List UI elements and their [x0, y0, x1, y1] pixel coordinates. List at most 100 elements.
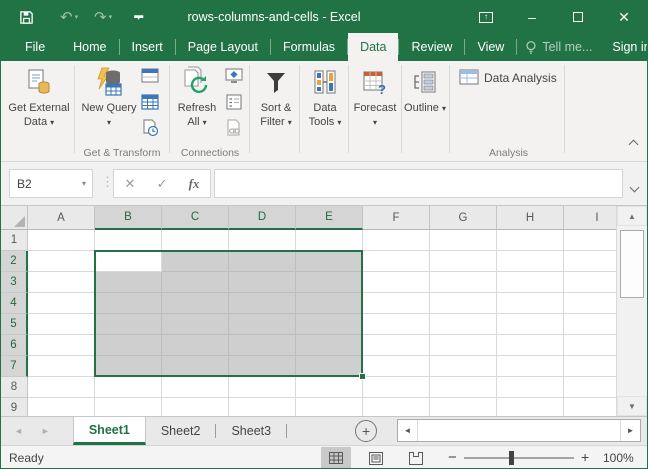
cell-a4[interactable]: [28, 293, 95, 314]
cell-f7[interactable]: [363, 356, 430, 377]
cell-a3[interactable]: [28, 272, 95, 293]
cell-a6[interactable]: [28, 335, 95, 356]
cell-a7[interactable]: [28, 356, 95, 377]
cell-b1[interactable]: [95, 230, 162, 251]
vertical-scrollbar[interactable]: ▲ ▼: [616, 206, 647, 416]
cell-h1[interactable]: [497, 230, 564, 251]
data-analysis-button[interactable]: Data Analysis: [459, 69, 557, 86]
cell-h3[interactable]: [497, 272, 564, 293]
cell-h2[interactable]: [497, 251, 564, 272]
column-header-f[interactable]: F: [363, 206, 430, 230]
cell-f9[interactable]: [363, 398, 430, 416]
column-header-h[interactable]: H: [497, 206, 564, 230]
row-header-2[interactable]: 2: [1, 251, 28, 272]
name-box[interactable]: B2 ▾: [9, 169, 93, 198]
row-header-7[interactable]: 7: [1, 356, 28, 377]
cell-f8[interactable]: [363, 377, 430, 398]
name-box-dropdown-icon[interactable]: ▾: [82, 179, 86, 188]
cell-a1[interactable]: [28, 230, 95, 251]
scroll-right-button[interactable]: ►: [620, 420, 640, 441]
cell-f2[interactable]: [363, 251, 430, 272]
cell-f6[interactable]: [363, 335, 430, 356]
cell-g6[interactable]: [430, 335, 497, 356]
tab-view[interactable]: View: [465, 33, 516, 61]
show-queries-button[interactable]: [139, 65, 161, 87]
insert-function-button[interactable]: fx: [189, 176, 200, 192]
zoom-out-button[interactable]: −: [448, 446, 457, 468]
cell-e9[interactable]: [296, 398, 363, 416]
cell-c9[interactable]: [162, 398, 229, 416]
zoom-in-button[interactable]: +: [581, 446, 589, 468]
row-header-3[interactable]: 3: [1, 272, 28, 293]
cell-g8[interactable]: [430, 377, 497, 398]
scroll-left-button[interactable]: ◄: [398, 420, 418, 441]
column-header-i[interactable]: I: [564, 206, 616, 230]
cell-g3[interactable]: [430, 272, 497, 293]
cell-h6[interactable]: [497, 335, 564, 356]
cell-i5[interactable]: [564, 314, 616, 335]
cell-g1[interactable]: [430, 230, 497, 251]
next-sheet-button[interactable]: ►: [32, 417, 59, 445]
row-header-9[interactable]: 9: [1, 398, 28, 416]
cell-g7[interactable]: [430, 356, 497, 377]
collapse-ribbon-button[interactable]: [628, 135, 639, 153]
vertical-scroll-thumb[interactable]: [620, 230, 644, 298]
ribbon-display-options-button[interactable]: ↑: [463, 1, 509, 33]
redo-button[interactable]: ↷ ▾: [88, 1, 118, 33]
cell-a8[interactable]: [28, 377, 95, 398]
cell-c8[interactable]: [162, 377, 229, 398]
cell-f5[interactable]: [363, 314, 430, 335]
cell-h4[interactable]: [497, 293, 564, 314]
cell-d1[interactable]: [229, 230, 296, 251]
cell-i7[interactable]: [564, 356, 616, 377]
column-header-g[interactable]: G: [430, 206, 497, 230]
cell-i3[interactable]: [564, 272, 616, 293]
row-header-5[interactable]: 5: [1, 314, 28, 335]
scroll-down-button[interactable]: ▼: [617, 396, 647, 416]
cell-i4[interactable]: [564, 293, 616, 314]
sign-in-button[interactable]: Sign in: [600, 33, 647, 61]
cell-d8[interactable]: [229, 377, 296, 398]
cell-i9[interactable]: [564, 398, 616, 416]
sort-filter-button[interactable]: Sort & Filter ▾: [254, 65, 298, 130]
cell-e1[interactable]: [296, 230, 363, 251]
select-all-button[interactable]: [1, 206, 28, 230]
connections-button[interactable]: [223, 65, 245, 87]
enter-button[interactable]: ✓: [157, 176, 168, 192]
cell-e8[interactable]: [296, 377, 363, 398]
sheet-tab-sheet3[interactable]: Sheet3: [216, 417, 286, 445]
cell-g2[interactable]: [430, 251, 497, 272]
cell-d9[interactable]: [229, 398, 296, 416]
tab-review[interactable]: Review: [399, 33, 464, 61]
scroll-up-button[interactable]: ▲: [617, 206, 647, 226]
edit-links-button[interactable]: [223, 117, 245, 139]
cell-b8[interactable]: [95, 377, 162, 398]
cell-f1[interactable]: [363, 230, 430, 251]
tab-page-layout[interactable]: Page Layout: [176, 33, 270, 61]
normal-view-button[interactable]: [321, 447, 351, 468]
prev-sheet-button[interactable]: ◄: [5, 417, 32, 445]
formula-input[interactable]: [214, 169, 623, 198]
cell-c1[interactable]: [162, 230, 229, 251]
cell-i1[interactable]: [564, 230, 616, 251]
cell-g4[interactable]: [430, 293, 497, 314]
zoom-slider-track[interactable]: [464, 457, 574, 459]
data-tools-button[interactable]: Data Tools ▾: [303, 65, 347, 130]
refresh-all-button[interactable]: Refresh All ▾: [173, 65, 221, 130]
row-header-4[interactable]: 4: [1, 293, 28, 314]
save-button[interactable]: [13, 1, 40, 33]
tell-me-box[interactable]: Tell me...: [517, 33, 600, 61]
tab-insert[interactable]: Insert: [120, 33, 175, 61]
cell-h5[interactable]: [497, 314, 564, 335]
cell-h8[interactable]: [497, 377, 564, 398]
page-break-preview-button[interactable]: [401, 447, 431, 468]
tab-file[interactable]: File: [9, 33, 61, 61]
page-layout-view-button[interactable]: [361, 447, 391, 468]
recent-sources-button[interactable]: [139, 117, 161, 139]
column-header-a[interactable]: A: [28, 206, 95, 230]
sheet-tab-sheet2[interactable]: Sheet2: [146, 417, 216, 445]
close-button[interactable]: ✕: [601, 1, 647, 33]
cell-b9[interactable]: [95, 398, 162, 416]
new-sheet-button[interactable]: +: [355, 420, 378, 442]
tab-home[interactable]: Home: [61, 33, 118, 61]
